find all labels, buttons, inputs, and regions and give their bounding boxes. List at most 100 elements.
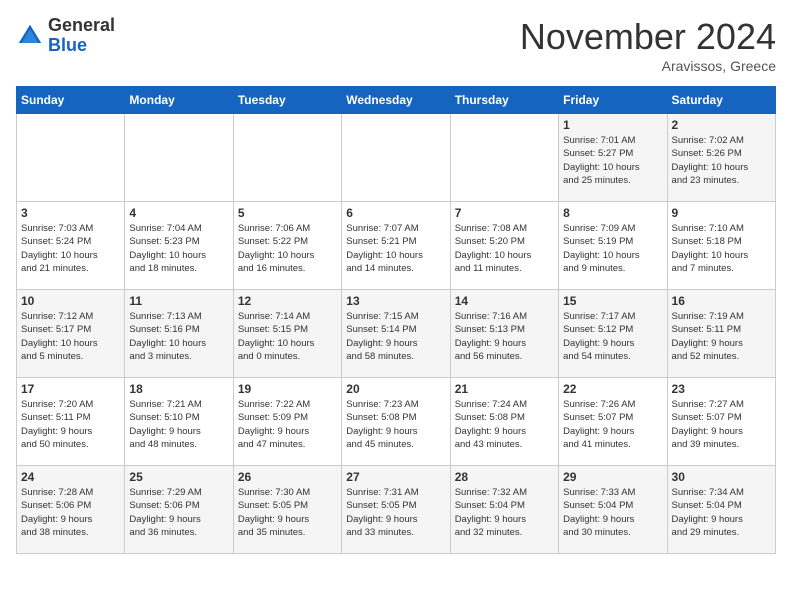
calendar-cell: 16Sunrise: 7:19 AM Sunset: 5:11 PM Dayli…	[667, 290, 775, 378]
day-info: Sunrise: 7:34 AM Sunset: 5:04 PM Dayligh…	[672, 486, 771, 539]
day-number: 7	[455, 206, 554, 220]
calendar-cell	[450, 114, 558, 202]
weekday-header-wednesday: Wednesday	[342, 87, 450, 114]
day-number: 17	[21, 382, 120, 396]
page-header: General Blue November 2024 Aravissos, Gr…	[16, 16, 776, 74]
weekday-header-row: SundayMondayTuesdayWednesdayThursdayFrid…	[17, 87, 776, 114]
calendar-cell: 22 Sunrise: 7:26 AM Sunset: 5:07 PM Dayli…	[559, 378, 667, 466]
weekday-header-tuesday: Tuesday	[233, 87, 341, 114]
day-number: 25	[129, 470, 228, 484]
day-info: Sunrise: 7:28 AM Sunset: 5:06 PM Dayligh…	[21, 486, 120, 539]
day-number: 23	[672, 382, 771, 396]
day-info: Sunrise: 7:02 AM Sunset: 5:26 PM Dayligh…	[672, 134, 771, 187]
calendar-cell: 21 Sunrise: 7:24 AM Sunset: 5:08 PM Dayli…	[450, 378, 558, 466]
week-row-5: 24 Sunrise: 7:28 AM Sunset: 5:06 PM Dayli…	[17, 466, 776, 554]
location-subtitle: Aravissos, Greece	[520, 58, 776, 74]
calendar-cell: 27Sunrise: 7:31 AM Sunset: 5:05 PM Dayli…	[342, 466, 450, 554]
day-info: Sunrise: 7:26 AM Sunset: 5:07 PM Dayligh…	[563, 398, 662, 451]
logo-blue-text: Blue	[48, 35, 87, 55]
calendar-cell: 24 Sunrise: 7:28 AM Sunset: 5:06 PM Dayli…	[17, 466, 125, 554]
calendar-cell: 19Sunrise: 7:22 AM Sunset: 5:09 PM Dayli…	[233, 378, 341, 466]
calendar-cell: 2 Sunrise: 7:02 AM Sunset: 5:26 PM Daylig…	[667, 114, 775, 202]
day-info: Sunrise: 7:08 AM Sunset: 5:20 PM Dayligh…	[455, 222, 554, 275]
day-info: Sunrise: 7:12 AM Sunset: 5:17 PM Dayligh…	[21, 310, 120, 363]
day-info: Sunrise: 7:24 AM Sunset: 5:08 PM Dayligh…	[455, 398, 554, 451]
week-row-3: 10 Sunrise: 7:12 AM Sunset: 5:17 PM Dayli…	[17, 290, 776, 378]
calendar-cell	[125, 114, 233, 202]
day-info: Sunrise: 7:09 AM Sunset: 5:19 PM Dayligh…	[563, 222, 662, 275]
month-title: November 2024	[520, 16, 776, 58]
calendar-cell: 1 Sunrise: 7:01 AM Sunset: 5:27 PM Daylig…	[559, 114, 667, 202]
day-info: Sunrise: 7:07 AM Sunset: 5:21 PM Dayligh…	[346, 222, 445, 275]
logo-general-text: General	[48, 15, 115, 35]
day-info: Sunrise: 7:03 AM Sunset: 5:24 PM Dayligh…	[21, 222, 120, 275]
day-number: 21	[455, 382, 554, 396]
day-number: 15	[563, 294, 662, 308]
day-info: Sunrise: 7:04 AM Sunset: 5:23 PM Dayligh…	[129, 222, 228, 275]
day-info: Sunrise: 7:33 AM Sunset: 5:04 PM Dayligh…	[563, 486, 662, 539]
day-info: Sunrise: 7:21 AM Sunset: 5:10 PM Dayligh…	[129, 398, 228, 451]
calendar-cell: 29 Sunrise: 7:33 AM Sunset: 5:04 PM Dayli…	[559, 466, 667, 554]
day-info: Sunrise: 7:32 AM Sunset: 5:04 PM Dayligh…	[455, 486, 554, 539]
day-info: Sunrise: 7:17 AM Sunset: 5:12 PM Dayligh…	[563, 310, 662, 363]
calendar-cell	[342, 114, 450, 202]
day-info: Sunrise: 7:20 AM Sunset: 5:11 PM Dayligh…	[21, 398, 120, 451]
weekday-header-monday: Monday	[125, 87, 233, 114]
weekday-header-saturday: Saturday	[667, 87, 775, 114]
week-row-1: 1 Sunrise: 7:01 AM Sunset: 5:27 PM Daylig…	[17, 114, 776, 202]
calendar-cell: 26 Sunrise: 7:30 AM Sunset: 5:05 PM Dayli…	[233, 466, 341, 554]
day-number: 19	[238, 382, 337, 396]
calendar-cell: 25 Sunrise: 7:29 AM Sunset: 5:06 PM Dayli…	[125, 466, 233, 554]
calendar-cell: 28 Sunrise: 7:32 AM Sunset: 5:04 PM Dayli…	[450, 466, 558, 554]
weekday-header-thursday: Thursday	[450, 87, 558, 114]
calendar-cell: 11Sunrise: 7:13 AM Sunset: 5:16 PM Dayli…	[125, 290, 233, 378]
day-number: 2	[672, 118, 771, 132]
calendar-cell: 6Sunrise: 7:07 AM Sunset: 5:21 PM Daylig…	[342, 202, 450, 290]
day-number: 24	[21, 470, 120, 484]
calendar-table: SundayMondayTuesdayWednesdayThursdayFrid…	[16, 86, 776, 554]
day-info: Sunrise: 7:16 AM Sunset: 5:13 PM Dayligh…	[455, 310, 554, 363]
day-number: 30	[672, 470, 771, 484]
day-info: Sunrise: 7:30 AM Sunset: 5:05 PM Dayligh…	[238, 486, 337, 539]
day-number: 9	[672, 206, 771, 220]
day-info: Sunrise: 7:13 AM Sunset: 5:16 PM Dayligh…	[129, 310, 228, 363]
day-info: Sunrise: 7:29 AM Sunset: 5:06 PM Dayligh…	[129, 486, 228, 539]
day-number: 26	[238, 470, 337, 484]
day-number: 12	[238, 294, 337, 308]
calendar-cell: 4 Sunrise: 7:04 AM Sunset: 5:23 PM Daylig…	[125, 202, 233, 290]
day-number: 20	[346, 382, 445, 396]
day-info: Sunrise: 7:15 AM Sunset: 5:14 PM Dayligh…	[346, 310, 445, 363]
day-info: Sunrise: 7:06 AM Sunset: 5:22 PM Dayligh…	[238, 222, 337, 275]
day-number: 28	[455, 470, 554, 484]
logo-icon	[16, 22, 44, 50]
day-info: Sunrise: 7:23 AM Sunset: 5:08 PM Dayligh…	[346, 398, 445, 451]
calendar-cell: 3 Sunrise: 7:03 AM Sunset: 5:24 PM Daylig…	[17, 202, 125, 290]
day-info: Sunrise: 7:01 AM Sunset: 5:27 PM Dayligh…	[563, 134, 662, 187]
day-number: 4	[129, 206, 228, 220]
day-number: 3	[21, 206, 120, 220]
day-number: 14	[455, 294, 554, 308]
day-number: 1	[563, 118, 662, 132]
calendar-cell: 7 Sunrise: 7:08 AM Sunset: 5:20 PM Daylig…	[450, 202, 558, 290]
calendar-cell: 13Sunrise: 7:15 AM Sunset: 5:14 PM Dayli…	[342, 290, 450, 378]
logo: General Blue	[16, 16, 115, 56]
calendar-cell: 8 Sunrise: 7:09 AM Sunset: 5:19 PM Daylig…	[559, 202, 667, 290]
week-row-4: 17 Sunrise: 7:20 AM Sunset: 5:11 PM Dayli…	[17, 378, 776, 466]
calendar-cell: 20 Sunrise: 7:23 AM Sunset: 5:08 PM Dayli…	[342, 378, 450, 466]
calendar-cell: 15 Sunrise: 7:17 AM Sunset: 5:12 PM Dayli…	[559, 290, 667, 378]
calendar-cell: 14 Sunrise: 7:16 AM Sunset: 5:13 PM Dayli…	[450, 290, 558, 378]
day-number: 29	[563, 470, 662, 484]
day-number: 18	[129, 382, 228, 396]
day-number: 8	[563, 206, 662, 220]
day-info: Sunrise: 7:27 AM Sunset: 5:07 PM Dayligh…	[672, 398, 771, 451]
day-info: Sunrise: 7:10 AM Sunset: 5:18 PM Dayligh…	[672, 222, 771, 275]
day-info: Sunrise: 7:14 AM Sunset: 5:15 PM Dayligh…	[238, 310, 337, 363]
calendar-cell: 5Sunrise: 7:06 AM Sunset: 5:22 PM Daylig…	[233, 202, 341, 290]
calendar-cell: 17 Sunrise: 7:20 AM Sunset: 5:11 PM Dayli…	[17, 378, 125, 466]
calendar-cell: 12 Sunrise: 7:14 AM Sunset: 5:15 PM Dayli…	[233, 290, 341, 378]
day-number: 10	[21, 294, 120, 308]
day-number: 22	[563, 382, 662, 396]
week-row-2: 3 Sunrise: 7:03 AM Sunset: 5:24 PM Daylig…	[17, 202, 776, 290]
weekday-header-sunday: Sunday	[17, 87, 125, 114]
calendar-cell: 9 Sunrise: 7:10 AM Sunset: 5:18 PM Daylig…	[667, 202, 775, 290]
